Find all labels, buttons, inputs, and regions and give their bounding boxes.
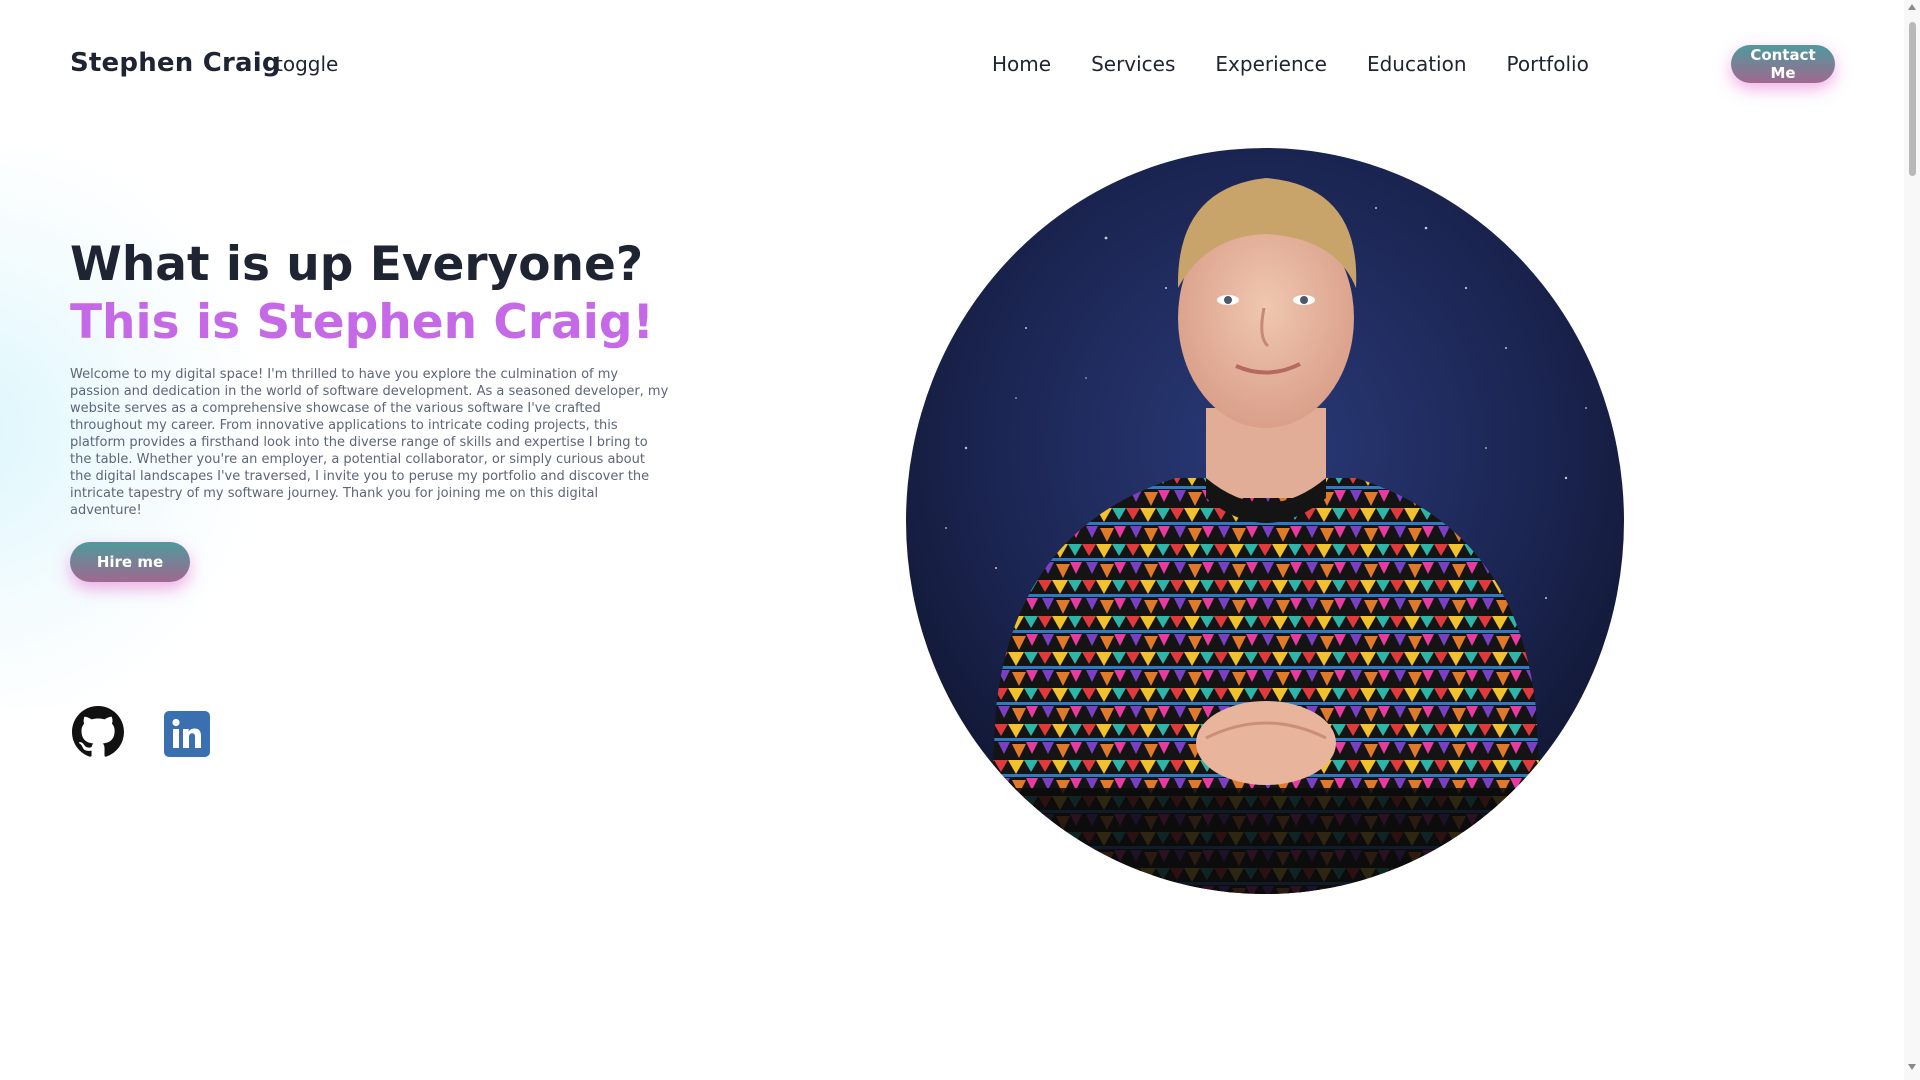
nav-portfolio[interactable]: Portfolio <box>1507 52 1589 76</box>
profile-photo <box>906 148 1624 894</box>
theme-toggle[interactable]: toggle <box>275 52 338 76</box>
nav-education[interactable]: Education <box>1367 52 1467 76</box>
scroll-up-arrow-icon[interactable] <box>1908 4 1916 10</box>
scroll-thumb[interactable] <box>1909 22 1916 176</box>
scroll-down-arrow-icon[interactable] <box>1908 1064 1916 1070</box>
page: Stephen Craig toggle Home Services Exper… <box>0 0 1904 1080</box>
hero-intro-text: Welcome to my digital space! I'm thrille… <box>70 367 669 518</box>
main-nav: Home Services Experience Education Portf… <box>992 52 1589 76</box>
github-icon[interactable] <box>72 706 124 758</box>
page-scrollbar[interactable] <box>1904 0 1920 1080</box>
nav-home[interactable]: Home <box>992 52 1051 76</box>
hero-headline: What is up Everyone? <box>70 237 644 292</box>
contact-me-button[interactable]: Contact Me <box>1731 45 1835 83</box>
hire-me-button[interactable]: Hire me <box>70 542 190 582</box>
brand-logo[interactable]: Stephen Craig <box>70 48 281 78</box>
linkedin-icon[interactable] <box>164 711 210 757</box>
nav-services[interactable]: Services <box>1091 52 1175 76</box>
hero-subheadline: This is Stephen Craig! <box>70 295 654 350</box>
nav-experience[interactable]: Experience <box>1215 52 1327 76</box>
